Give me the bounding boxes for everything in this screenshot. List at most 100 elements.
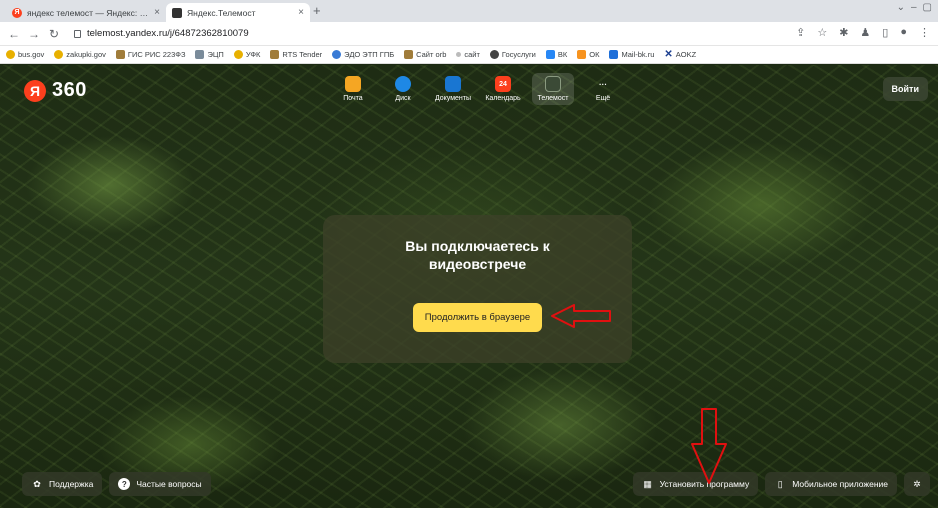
tab-close-icon[interactable]: × bbox=[154, 7, 160, 18]
calendar-icon: 24 bbox=[495, 76, 511, 92]
mail-icon bbox=[345, 76, 361, 92]
bookmark-item[interactable]: Сайт orb bbox=[404, 50, 446, 59]
gear-icon: ✲ bbox=[913, 478, 921, 489]
bookmark-label: bus.gov bbox=[18, 50, 45, 59]
bookmark-label: Сайт orb bbox=[416, 50, 447, 59]
faq-label: Частые вопросы bbox=[136, 479, 202, 489]
join-meeting-card: Вы подключаетесь к видеовстрече Продолжи… bbox=[323, 215, 632, 363]
bookmark-icon: ✕ bbox=[664, 49, 673, 60]
extension-icon[interactable]: ♟ bbox=[860, 26, 870, 39]
reload-icon[interactable]: ↻ bbox=[48, 27, 60, 41]
bookmark-label: УФК bbox=[245, 50, 261, 59]
bookmark-icon bbox=[609, 50, 619, 59]
bookmark-label: ГИС РИС 223ФЗ bbox=[127, 50, 186, 59]
service-mail[interactable]: Почта bbox=[332, 73, 374, 105]
continue-in-browser-button[interactable]: Продолжить в браузере bbox=[412, 303, 543, 332]
footer-left: ✿ Поддержка ? Частые вопросы bbox=[22, 472, 211, 496]
question-icon: ? bbox=[118, 478, 131, 490]
bookmark-item[interactable]: RTS Tender bbox=[270, 50, 322, 59]
bookmark-icon bbox=[456, 52, 462, 57]
phone-icon: ▯ bbox=[777, 478, 783, 489]
bookmark-icon bbox=[195, 50, 205, 59]
service-disk[interactable]: Диск bbox=[382, 73, 424, 105]
bookmark-icon bbox=[270, 50, 280, 59]
browser-tab-telemost[interactable]: Яндекс.Телемост × bbox=[166, 3, 310, 22]
service-label: Календарь bbox=[485, 95, 521, 102]
settings-button[interactable]: ✲ bbox=[904, 472, 930, 496]
bookmark-item[interactable]: Mail-bk.ru bbox=[609, 50, 654, 59]
bookmark-icon bbox=[545, 50, 555, 59]
support-icon: ✿ bbox=[33, 478, 41, 489]
service-calendar[interactable]: 24 Календарь bbox=[482, 73, 524, 105]
service-label: Почта bbox=[343, 95, 363, 102]
browser-tab-search[interactable]: Я яндекс телемост — Яндекс: на... × bbox=[6, 3, 166, 22]
tab-title: Яндекс.Телемост bbox=[187, 7, 256, 18]
bookmark-item[interactable]: ЭЦП bbox=[195, 50, 224, 59]
tab-title: яндекс телемост — Яндекс: на... bbox=[27, 7, 149, 18]
documents-icon bbox=[445, 76, 461, 92]
maximize-icon[interactable]: ▢ bbox=[923, 2, 932, 13]
new-tab-button[interactable]: + bbox=[313, 3, 321, 18]
footer-right: ▦ Установить программу ▯ Мобильное прило… bbox=[632, 472, 930, 496]
screenshot-root: Я яндекс телемост — Яндекс: на... × Янде… bbox=[0, 0, 938, 508]
bookmark-icon bbox=[115, 50, 125, 59]
lock-icon bbox=[74, 29, 81, 38]
bookmarks-bar: bus.gov zakupki.gov ГИС РИС 223ФЗ ЭЦП УФ… bbox=[0, 46, 938, 64]
login-button[interactable]: Войти bbox=[882, 77, 928, 101]
bookmark-icon bbox=[6, 50, 15, 59]
join-title: Вы подключаетесь к видеовстрече bbox=[405, 238, 550, 272]
bookmark-icon bbox=[332, 50, 342, 59]
bookmark-item[interactable]: ✕ AOKZ bbox=[664, 49, 696, 60]
service-label: Диск bbox=[395, 95, 411, 102]
sidepanel-icon[interactable]: ▯ bbox=[882, 26, 888, 39]
browser-toolbar: ← → ↻ telemost.yandex.ru/j/6487236281007… bbox=[0, 22, 938, 46]
bookmark-icon bbox=[577, 50, 587, 59]
bookmark-item[interactable]: ВК bbox=[545, 50, 567, 59]
bookmark-item[interactable]: zakupki.gov bbox=[54, 50, 106, 59]
install-app-button[interactable]: ▦ Установить программу bbox=[632, 472, 759, 496]
address-bar[interactable]: telemost.yandex.ru/j/64872362810079 bbox=[74, 25, 249, 43]
bookmark-label: zakupki.gov bbox=[66, 50, 106, 59]
bookmark-label: ЭЦП bbox=[207, 50, 224, 59]
install-label: Установить программу bbox=[659, 479, 750, 489]
bookmark-label: AOKZ bbox=[675, 50, 697, 59]
back-icon[interactable]: ← bbox=[8, 27, 20, 41]
bookmark-item[interactable]: ЭДО ЭТП ГПБ bbox=[332, 50, 394, 59]
bookmark-star-icon[interactable]: ☆ bbox=[817, 26, 827, 39]
yandex-360-logo[interactable]: Я 360 bbox=[24, 79, 87, 102]
window-controls: ⌄ – ▢ bbox=[897, 2, 932, 13]
bookmark-label: Mail-bk.ru bbox=[621, 50, 655, 59]
support-button[interactable]: ✿ Поддержка bbox=[22, 472, 103, 496]
share-icon[interactable]: ⇪ bbox=[796, 26, 805, 39]
bookmark-item[interactable]: ОК bbox=[577, 50, 599, 59]
more-icon: ··· bbox=[599, 79, 607, 89]
service-documents[interactable]: Документы bbox=[432, 73, 474, 105]
yandex-favicon-icon: Я bbox=[12, 7, 22, 18]
bookmark-icon bbox=[404, 50, 414, 59]
service-more[interactable]: ··· Ещё bbox=[582, 73, 624, 105]
faq-button[interactable]: ? Частые вопросы bbox=[109, 472, 211, 496]
bookmark-item[interactable]: УФК bbox=[233, 50, 261, 59]
extensions-icon[interactable]: ✱ bbox=[839, 26, 848, 39]
tab-search-icon[interactable]: ⌄ bbox=[897, 2, 905, 13]
tab-close-icon[interactable]: × bbox=[298, 7, 304, 18]
address-url: telemost.yandex.ru/j/64872362810079 bbox=[87, 28, 249, 39]
bookmark-item[interactable]: ГИС РИС 223ФЗ bbox=[115, 50, 186, 59]
forward-icon[interactable]: → bbox=[28, 27, 40, 41]
logo-text: 360 bbox=[52, 79, 87, 101]
bookmark-icon bbox=[489, 50, 499, 59]
minimize-icon[interactable]: – bbox=[911, 2, 917, 13]
service-label: Ещё bbox=[595, 95, 611, 102]
browser-tab-strip: Я яндекс телемост — Яндекс: на... × Янде… bbox=[0, 0, 938, 22]
mobile-app-button[interactable]: ▯ Мобильное приложение bbox=[765, 472, 897, 496]
service-label: Телемост bbox=[537, 95, 569, 102]
service-telemost[interactable]: Телемост bbox=[532, 73, 574, 105]
profile-icon[interactable]: ● bbox=[900, 26, 907, 39]
bookmark-label: сайт bbox=[464, 50, 480, 59]
bookmark-item[interactable]: Госуслуги bbox=[489, 50, 536, 59]
services-bar: Почта Диск Документы 24 Календарь Телемо… bbox=[332, 73, 624, 105]
bookmark-item[interactable]: bus.gov bbox=[6, 50, 44, 59]
bookmark-item[interactable]: сайт bbox=[456, 50, 480, 59]
telemost-page: Я 360 Почта Диск Документы 24 Календарь bbox=[0, 65, 938, 508]
menu-icon[interactable]: ⋮ bbox=[919, 26, 930, 39]
